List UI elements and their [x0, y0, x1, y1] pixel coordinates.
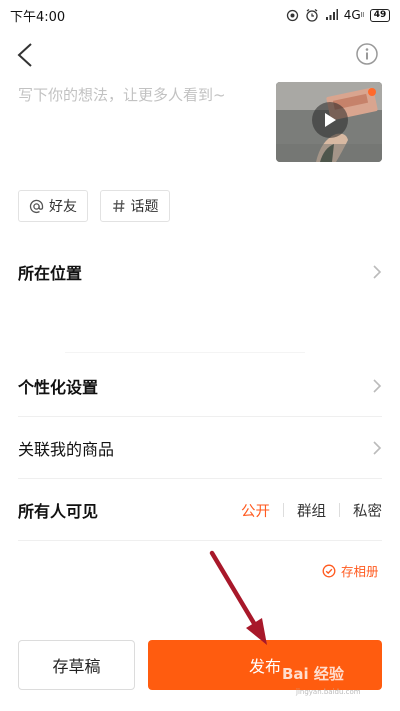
hash-icon: [112, 199, 124, 213]
baidu-watermark: Bai 经验 jingyan.baidu.com: [282, 663, 361, 696]
link-products-label: 关联我的商品: [18, 440, 115, 459]
location-label: 所在位置: [18, 264, 83, 283]
network-sup: ll: [360, 11, 364, 19]
save-to-album-label: 存相册: [341, 564, 379, 579]
visibility-option-private[interactable]: 私密: [353, 500, 382, 521]
status-icons: 4G ll 49: [286, 8, 390, 22]
divider: [18, 478, 382, 479]
watermark-url: jingyan.baidu.com: [296, 688, 361, 696]
personalization-label: 个性化设置: [18, 378, 99, 397]
location-row[interactable]: 所在位置: [18, 258, 382, 286]
network-label: 4G: [343, 8, 361, 22]
mention-friend-label: 好友: [49, 199, 77, 215]
divider: [18, 416, 382, 417]
topic-chip[interactable]: 话题: [100, 190, 170, 222]
link-products-row[interactable]: 关联我的商品: [18, 434, 382, 462]
option-separator: [283, 503, 284, 517]
chevron-right-icon: [373, 379, 382, 393]
personalization-row[interactable]: 个性化设置: [18, 372, 382, 400]
signal-icon: [325, 9, 338, 21]
back-button[interactable]: [13, 40, 39, 70]
divider: [18, 540, 382, 541]
alarm-icon: [305, 8, 319, 22]
post-text-input[interactable]: 写下你的想法，让更多人看到~: [18, 84, 258, 105]
visibility-option-public[interactable]: 公开: [241, 500, 270, 521]
video-thumbnail[interactable]: [276, 82, 382, 162]
info-icon: [356, 43, 378, 65]
save-to-album-toggle[interactable]: 存相册: [322, 561, 379, 580]
battery-level: 49: [373, 9, 387, 20]
thumbnail-badge: [368, 88, 376, 96]
visibility-row: 所有人可见 公开 群组 私密: [18, 496, 382, 524]
save-draft-button[interactable]: 存草稿: [18, 640, 135, 690]
topic-label: 话题: [130, 199, 159, 215]
hotspot-icon: [286, 9, 299, 22]
option-separator: [339, 503, 340, 517]
publish-label: 发布: [248, 657, 281, 676]
publish-button[interactable]: 发布: [148, 640, 382, 690]
status-time: 下午4:00: [10, 9, 66, 25]
status-bar: 下午4:00 4G ll 49: [0, 0, 400, 30]
chevron-right-icon: [373, 265, 382, 279]
visibility-label: 所有人可见: [18, 502, 99, 521]
battery-icon: 49: [370, 8, 390, 22]
info-button[interactable]: [355, 42, 379, 66]
chevron-right-icon: [373, 441, 382, 455]
at-sign-icon: [29, 199, 44, 213]
chevron-left-icon: [17, 43, 32, 67]
check-circle-icon: [322, 564, 336, 577]
network-icon: 4G ll: [344, 8, 364, 22]
visibility-option-group[interactable]: 群组: [297, 500, 326, 521]
watermark-text: Bai 经验: [282, 665, 344, 683]
play-icon: [312, 102, 348, 138]
divider: [65, 352, 305, 353]
mention-friend-chip[interactable]: 好友: [18, 190, 88, 222]
